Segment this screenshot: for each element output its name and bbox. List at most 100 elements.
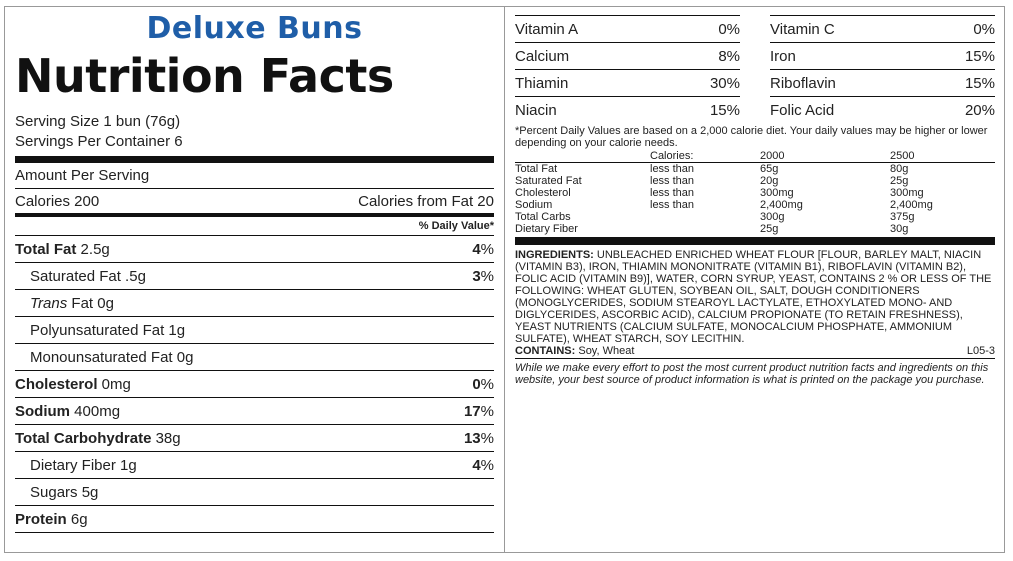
calorie-table-cell: Sodium	[515, 199, 553, 211]
calorie-table-cell: 65g	[760, 163, 779, 175]
serving-size: Serving Size 1 bun (76g)	[15, 113, 181, 130]
nutrient-name: Total Fat	[15, 240, 77, 258]
nutrient-dv: 4%	[472, 456, 494, 474]
vitamin-dv: 30%	[709, 74, 740, 92]
nutrient-name: Monounsaturated Fat	[30, 348, 173, 366]
vitamin-row: Iron 15%	[770, 42, 995, 69]
calorie-table-cell: Cholesterol	[515, 187, 571, 199]
nutrient-row: Saturated Fat .5g 3%	[15, 263, 494, 290]
nutrient-row: Trans Fat 0g	[15, 290, 494, 317]
vitamin-dv: 0%	[718, 20, 740, 38]
vitamin-dv: 20%	[964, 101, 995, 119]
vitamin-panel: Vitamin A 0% Vitamin C 0% Calcium 8% Iron 15% Th…	[515, 15, 995, 386]
calorie-table-row: Saturated Fat less than 20g 25g	[515, 175, 995, 187]
nutrient-row: Total Carbohydrate 38g 13%	[15, 425, 494, 452]
nutrient-amount: .5g	[120, 267, 146, 285]
calories-row: Calories 200 Calories from Fat 20	[15, 189, 494, 213]
vitamin-row: Folic Acid 20%	[770, 96, 995, 123]
ingredients: INGREDIENTS: UNBLEACHED ENRICHED WHEAT F…	[515, 249, 995, 345]
vitamin-row: Vitamin C 0%	[770, 15, 995, 42]
vitamin-name: Folic Acid	[770, 101, 835, 119]
nutrient-name: Cholesterol	[15, 375, 98, 393]
product-name: Deluxe Buns	[146, 11, 363, 46]
calorie-table-cell: 375g	[890, 211, 915, 223]
calorie-table-header: Calories: 2000 2500	[515, 150, 995, 163]
nutrient-name: Sodium	[15, 402, 70, 420]
nutrient-dv: 3%	[472, 267, 494, 285]
nutrient-label: Total Carbohydrate 38g	[15, 430, 181, 447]
vitamin-row: Vitamin A 0%	[515, 15, 740, 42]
nutrient-amount: 1g	[115, 456, 137, 474]
nutrient-row: Sugars 5g	[15, 479, 494, 506]
vitamin-name: Vitamin A	[515, 20, 579, 38]
nutrient-list: Total Fat 2.5g 4% Saturated Fat .5g 3% Trans…	[15, 236, 494, 533]
nutrient-label: Trans Fat 0g	[30, 294, 114, 312]
calorie-table-cell: 2,400mg	[760, 199, 803, 211]
vitamin-dv: 8%	[718, 47, 740, 65]
nutrient-dv: 4%	[472, 240, 494, 258]
vitamin-name: Thiamin	[515, 74, 569, 92]
contains-text: Soy, Wheat	[575, 345, 635, 357]
nutrient-row: Dietary Fiber 1g 4%	[15, 452, 494, 479]
calorie-table-cell: 300g	[760, 211, 785, 223]
nutrient-amount: 2.5g	[76, 240, 110, 258]
calorie-table-cell: 20g	[760, 175, 779, 187]
vitamin-row: Niacin 15%	[515, 96, 740, 123]
nutrient-name: Saturated Fat	[30, 267, 121, 285]
vitamin-name: Calcium	[515, 47, 570, 65]
ingredients-label: INGREDIENTS:	[515, 249, 594, 261]
amount-per-serving-row: Amount Per Serving	[15, 163, 494, 189]
calorie-table-cell: less than	[650, 187, 695, 199]
calorie-table-row: Sodium less than 2,400mg 2,400mg	[515, 199, 995, 211]
calorie-table-cell: Dietary Fiber	[515, 223, 578, 235]
calorie-table-row: Cholesterol less than 300mg 300mg	[515, 187, 995, 199]
thick-rule	[15, 156, 494, 163]
vitamin-row: Riboflavin 15%	[770, 69, 995, 96]
nutrient-row: Total Fat 2.5g 4%	[15, 236, 494, 263]
nutrient-amount: 0mg	[97, 375, 131, 393]
vitamin-dv: 15%	[964, 74, 995, 92]
vitamin-dv: 15%	[964, 47, 995, 65]
nutrient-name: Sugars	[30, 483, 78, 501]
calorie-table: Calories: 2000 2500 Total Fat less than 65g 80…	[515, 150, 995, 235]
calorie-table-cell	[650, 211, 760, 223]
nutrient-amount: 400mg	[70, 402, 121, 420]
calories-from-fat: Calories from Fat 20	[358, 192, 494, 210]
calorie-table-cell: Saturated Fat	[515, 175, 582, 187]
nutrient-dv: 13%	[463, 429, 494, 447]
vitamin-row: Calcium 8%	[515, 42, 740, 69]
nutrient-label: Total Fat 2.5g	[15, 241, 110, 258]
contains-row: CONTAINS: Soy, Wheat L05-3	[515, 345, 995, 359]
nutrient-label: Monounsaturated Fat 0g	[15, 349, 193, 366]
calorie-table-row: Dietary Fiber 25g 30g	[515, 223, 995, 235]
contains-label: CONTAINS:	[515, 345, 576, 357]
amount-per-serving: Amount Per Serving	[15, 167, 150, 184]
calorie-table-cell: less than	[650, 199, 695, 211]
calories: Calories 200	[15, 192, 100, 210]
nutrient-label: Sodium 400mg	[15, 403, 120, 420]
nutrient-label: Saturated Fat .5g	[15, 268, 146, 285]
vitamin-dv: 15%	[709, 101, 740, 119]
calorie-table-cell: 300mg	[760, 187, 794, 199]
nutrient-name: Protein	[15, 510, 67, 528]
calorie-table-cell	[650, 223, 760, 235]
nutrient-amount: 6g	[66, 510, 88, 528]
nutrient-dv: 0%	[472, 375, 494, 393]
calorie-table-cell: Total Fat	[515, 163, 558, 175]
calorie-table-cell: 25g	[890, 175, 909, 187]
calorie-table-row: Total Carbs 300g 375g	[515, 211, 995, 223]
nutrient-amount: 5g	[77, 483, 99, 501]
nutrient-row: Sodium 400mg 17%	[15, 398, 494, 425]
nutrient-row: Cholesterol 0mg 0%	[15, 371, 494, 398]
daily-value-header: % Daily Value*	[15, 217, 494, 236]
vitamin-name: Iron	[770, 47, 796, 65]
vitamin-name: Niacin	[515, 101, 557, 119]
nutrient-label: Dietary Fiber 1g	[15, 457, 137, 474]
calorie-table-head-cell: 2000	[760, 150, 890, 163]
nutrient-label: Sugars 5g	[15, 484, 98, 501]
nutrient-label: Cholesterol 0mg	[15, 376, 131, 393]
vitamin-name: Riboflavin	[770, 74, 836, 92]
thick-rule-right	[515, 237, 995, 245]
nutrient-name: Dietary Fiber	[30, 456, 116, 474]
calorie-table-head-cell: 2500	[890, 150, 995, 163]
